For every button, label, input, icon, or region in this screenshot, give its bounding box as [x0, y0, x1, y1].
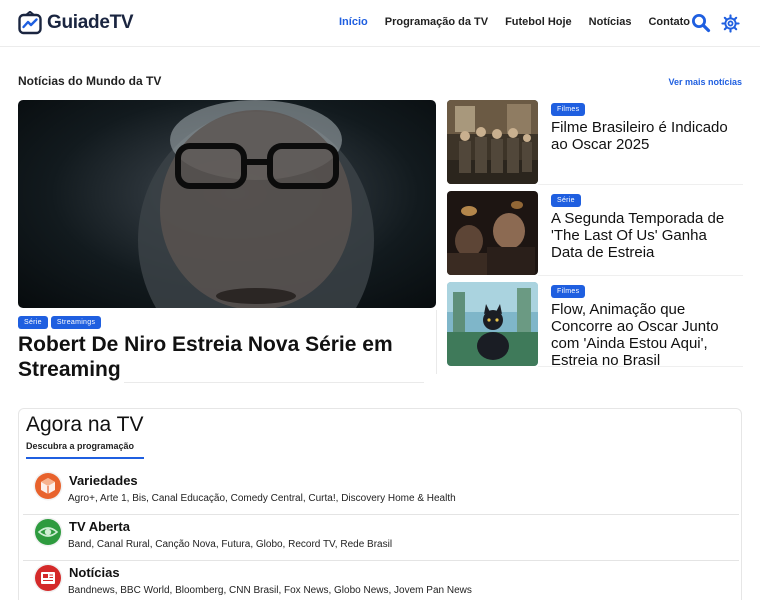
- tag-badge[interactable]: Streamings: [50, 316, 102, 329]
- man-portrait-image: [138, 100, 374, 308]
- divider: [124, 382, 424, 383]
- tv-now-panel: Agora na TV Descubra a programação Varie…: [18, 408, 742, 600]
- category-row-variedades[interactable]: Variedades Agro+, Arte 1, Bis, Canal Edu…: [23, 469, 739, 515]
- featured-tags: Série Streamings: [18, 316, 102, 329]
- see-more-news-link[interactable]: Ver mais notícias: [668, 77, 742, 87]
- card-tags: Filmes: [551, 285, 586, 298]
- tv-now-title: Agora na TV: [26, 413, 144, 436]
- main-nav: Início Programação da TV Futebol Hoje No…: [339, 16, 707, 28]
- featured-news-title[interactable]: Robert De Niro Estreia Nova Série em Str…: [18, 332, 418, 382]
- card-tags: Série: [551, 194, 581, 207]
- news-section-title: Notícias do Mundo da TV: [18, 74, 162, 88]
- category-name: TV Aberta: [69, 519, 130, 534]
- tag-badge[interactable]: Série: [18, 316, 48, 329]
- divider: [538, 184, 743, 185]
- category-channels: Bandnews, BBC World, Bloomberg, CNN Bras…: [68, 585, 472, 596]
- site-logo[interactable]: GuiadeTV: [18, 11, 134, 35]
- logo-text: GuiadeTV: [47, 12, 134, 33]
- category-row-tv-aberta[interactable]: TV Aberta Band, Canal Rural, Canção Nova…: [23, 515, 739, 561]
- tv-now-tab[interactable]: Descubra a programação: [26, 441, 134, 451]
- news-card-title[interactable]: Flow, Animação que Concorre ao Oscar Jun…: [551, 301, 741, 369]
- active-tab-underline: [26, 457, 144, 459]
- search-icon[interactable]: [691, 13, 711, 33]
- nav-item-futebol-hoje[interactable]: Futebol Hoje: [505, 16, 572, 28]
- gear-icon[interactable]: [721, 14, 740, 33]
- category-name: Variedades: [69, 473, 138, 488]
- category-channels: Agro+, Arte 1, Bis, Canal Educação, Come…: [68, 493, 456, 504]
- news-card-title[interactable]: A Segunda Temporada de 'The Last Of Us' …: [551, 210, 741, 261]
- eye-icon: [33, 517, 63, 547]
- nav-item-noticias[interactable]: Notícias: [589, 16, 632, 28]
- news-card[interactable]: Filmes Flow, Animação que Concorre ao Os…: [447, 282, 743, 369]
- tag-badge[interactable]: Filmes: [551, 103, 586, 116]
- divider: [538, 366, 743, 367]
- news-card[interactable]: Filmes Filme Brasileiro é Indicado ao Os…: [447, 100, 743, 185]
- newspaper-icon: [33, 563, 63, 593]
- news-card-image: [447, 282, 538, 366]
- tv-logo-icon: [18, 11, 42, 35]
- news-card[interactable]: Série A Segunda Temporada de 'The Last O…: [447, 191, 743, 276]
- nav-item-programacao[interactable]: Programação da TV: [385, 16, 488, 28]
- category-channels: Band, Canal Rural, Canção Nova, Futura, …: [68, 539, 393, 550]
- divider: [538, 275, 743, 276]
- site-header: GuiadeTV Início Programação da TV Futebo…: [0, 0, 760, 47]
- nav-item-inicio[interactable]: Início: [339, 16, 368, 28]
- nav-item-contato[interactable]: Contato: [648, 16, 690, 28]
- news-card-image: [447, 191, 538, 275]
- news-card-image: [447, 100, 538, 184]
- box-icon: [33, 471, 63, 501]
- tag-badge[interactable]: Filmes: [551, 285, 586, 298]
- card-tags: Filmes: [551, 103, 586, 116]
- category-row-noticias[interactable]: Notícias Bandnews, BBC World, Bloomberg,…: [23, 561, 739, 600]
- divider: [436, 310, 437, 374]
- category-name: Notícias: [69, 565, 120, 580]
- featured-news-image[interactable]: [18, 100, 436, 308]
- tag-badge[interactable]: Série: [551, 194, 581, 207]
- news-card-title[interactable]: Filme Brasileiro é Indicado ao Oscar 202…: [551, 119, 741, 153]
